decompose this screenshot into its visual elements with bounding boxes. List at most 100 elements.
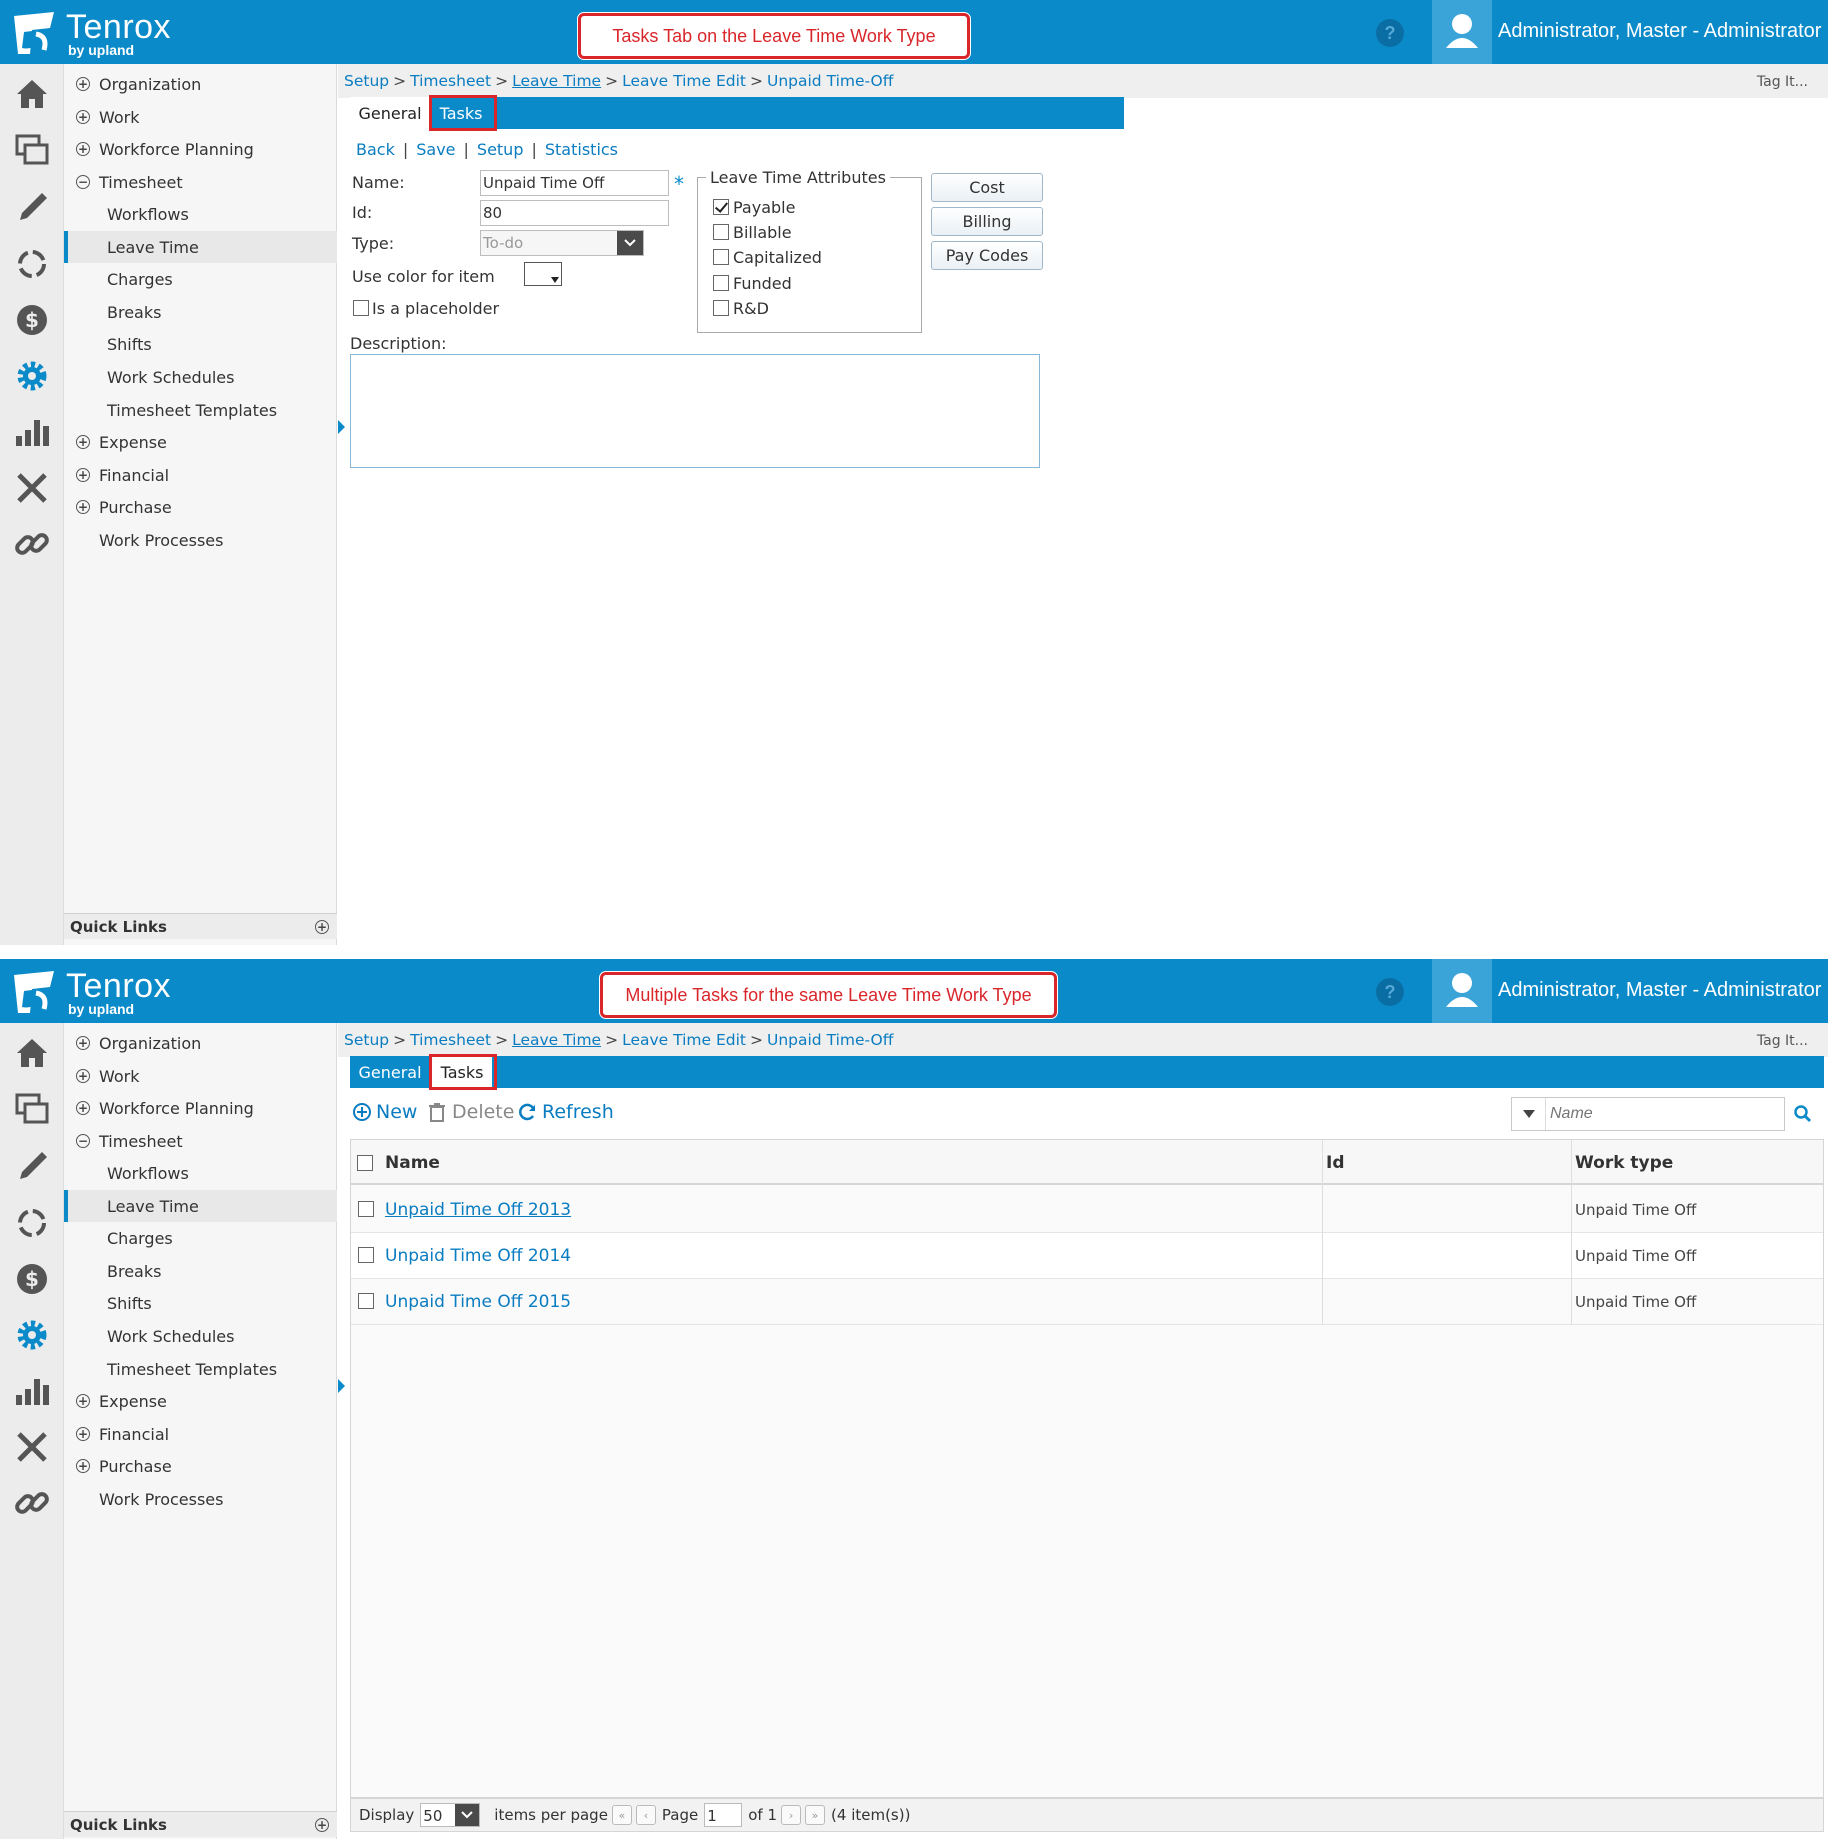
refresh-cycle-icon[interactable] <box>12 244 52 284</box>
dollar-icon[interactable]: $ <box>12 300 52 340</box>
nav-shifts[interactable]: Shifts <box>64 1287 337 1319</box>
nav-purchase[interactable]: + Purchase <box>64 491 337 523</box>
delete-button[interactable]: Delete <box>428 1101 514 1123</box>
search-icon[interactable] <box>1793 1104 1813 1124</box>
pencil-icon[interactable] <box>12 186 52 226</box>
tenrox-logo[interactable]: Tenrox by upland <box>10 6 190 58</box>
last-page-icon[interactable]: » <box>805 1805 826 1825</box>
crumb-leave-time[interactable]: Leave Time <box>512 1031 601 1049</box>
prev-page-icon[interactable]: ‹ <box>635 1805 656 1825</box>
nav-leave-time[interactable]: Leave Time <box>64 1190 337 1222</box>
rnd-checkbox[interactable] <box>713 300 729 316</box>
nav-workflows[interactable]: Workflows <box>64 1157 337 1189</box>
refresh-button[interactable]: Refresh <box>518 1101 614 1123</box>
nav-work-schedules[interactable]: Work Schedules <box>64 361 337 393</box>
user-name[interactable]: Administrator, Master - Administrator <box>1498 20 1821 43</box>
payable-checkbox[interactable] <box>713 199 729 215</box>
save-link[interactable]: Save <box>416 140 455 159</box>
nav-workforce-planning[interactable]: + Workforce Planning <box>64 133 337 165</box>
placeholder-checkbox[interactable] <box>353 300 369 316</box>
pay-codes-button[interactable]: Pay Codes <box>931 241 1043 270</box>
expand-icon[interactable]: + <box>76 1069 90 1083</box>
expand-icon[interactable]: + <box>76 110 90 124</box>
crumb-leave-time[interactable]: Leave Time <box>512 72 601 90</box>
bar-chart-icon[interactable] <box>12 412 52 452</box>
expand-icon[interactable]: + <box>76 468 90 482</box>
statistics-link[interactable]: Statistics <box>545 140 618 159</box>
expand-icon[interactable]: + <box>76 435 90 449</box>
funded-checkbox[interactable] <box>713 275 729 291</box>
expand-icon[interactable]: + <box>76 500 90 514</box>
id-field[interactable]: 80 <box>480 200 669 226</box>
add-quick-link-icon[interactable]: + <box>315 919 329 934</box>
search-input[interactable] <box>1548 1101 1778 1127</box>
nav-expense[interactable]: + Expense <box>64 1385 337 1417</box>
nav-timesheet-templates[interactable]: Timesheet Templates <box>64 1353 337 1385</box>
capitalized-checkbox[interactable] <box>713 249 729 265</box>
first-page-icon[interactable]: « <box>611 1805 632 1825</box>
windows-icon[interactable] <box>12 130 52 170</box>
billable-checkbox[interactable] <box>713 224 729 240</box>
home-icon[interactable] <box>12 74 52 114</box>
task-name-link[interactable]: Unpaid Time Off 2015 <box>385 1292 571 1312</box>
quick-links[interactable]: Quick Links + <box>64 913 337 939</box>
table-row[interactable]: Unpaid Time Off 2015 Unpaid Time Off <box>351 1279 1823 1325</box>
dollar-icon[interactable]: $ <box>12 1259 52 1299</box>
gear-icon[interactable] <box>12 356 52 396</box>
description-field[interactable] <box>350 354 1040 468</box>
help-icon[interactable]: ? <box>1376 19 1404 47</box>
chevron-down-icon[interactable] <box>617 231 643 255</box>
crumb-timesheet[interactable]: Timesheet <box>410 72 491 90</box>
expand-icon[interactable]: + <box>76 1427 90 1441</box>
tag-it-link[interactable]: Tag It... <box>1757 1033 1808 1049</box>
nav-workflows[interactable]: Workflows <box>64 198 337 230</box>
row-checkbox[interactable] <box>358 1201 374 1217</box>
avatar[interactable] <box>1432 0 1492 64</box>
collapse-panel-icon[interactable] <box>338 420 345 434</box>
gear-icon[interactable] <box>12 1315 52 1355</box>
setup-link[interactable]: Setup <box>477 140 524 159</box>
expand-icon[interactable]: + <box>76 1394 90 1408</box>
nav-organization[interactable]: + Organization <box>64 1027 337 1059</box>
nav-timesheet-templates[interactable]: Timesheet Templates <box>64 394 337 426</box>
expand-icon[interactable]: + <box>76 1101 90 1115</box>
crumb-leave-time-edit[interactable]: Leave Time Edit <box>622 72 746 90</box>
table-row[interactable]: Unpaid Time Off 2013 Unpaid Time Off <box>351 1187 1823 1233</box>
tab-general[interactable]: General <box>350 1056 430 1088</box>
name-field[interactable]: Unpaid Time Off <box>480 170 669 196</box>
nav-financial[interactable]: + Financial <box>64 459 337 491</box>
nav-leave-time[interactable]: Leave Time <box>64 231 337 263</box>
collapse-icon[interactable]: − <box>76 175 90 189</box>
color-picker[interactable] <box>524 262 562 286</box>
quick-links[interactable]: Quick Links + <box>64 1811 337 1837</box>
nav-work-schedules[interactable]: Work Schedules <box>64 1320 337 1352</box>
tools-icon[interactable] <box>12 1427 52 1467</box>
expand-icon[interactable]: + <box>76 77 90 91</box>
nav-work-processes[interactable]: Work Processes <box>64 1483 337 1515</box>
avatar[interactable] <box>1432 959 1492 1023</box>
row-checkbox[interactable] <box>358 1247 374 1263</box>
nav-breaks[interactable]: Breaks <box>64 1255 337 1287</box>
refresh-cycle-icon[interactable] <box>12 1203 52 1243</box>
nav-work-processes[interactable]: Work Processes <box>64 524 337 556</box>
collapse-panel-icon[interactable] <box>338 1379 345 1393</box>
next-page-icon[interactable]: › <box>781 1805 802 1825</box>
column-header-id[interactable]: Id <box>1326 1153 1345 1173</box>
column-header-name[interactable]: Name <box>385 1153 440 1173</box>
nav-timesheet[interactable]: − Timesheet <box>64 1125 337 1157</box>
nav-organization[interactable]: + Organization <box>64 68 337 100</box>
expand-icon[interactable]: + <box>76 1036 90 1050</box>
nav-expense[interactable]: + Expense <box>64 426 337 458</box>
link-icon[interactable] <box>12 1483 52 1523</box>
help-icon[interactable]: ? <box>1376 978 1404 1006</box>
type-select[interactable]: To-do <box>480 230 644 256</box>
link-icon[interactable] <box>12 524 52 564</box>
collapse-icon[interactable]: − <box>76 1134 90 1148</box>
row-checkbox[interactable] <box>358 1293 374 1309</box>
expand-icon[interactable]: + <box>76 1459 90 1473</box>
task-name-link[interactable]: Unpaid Time Off 2014 <box>385 1246 571 1266</box>
nav-breaks[interactable]: Breaks <box>64 296 337 328</box>
cost-button[interactable]: Cost <box>931 173 1043 202</box>
nav-workforce-planning[interactable]: + Workforce Planning <box>64 1092 337 1124</box>
table-row[interactable]: Unpaid Time Off 2014 Unpaid Time Off <box>351 1233 1823 1279</box>
